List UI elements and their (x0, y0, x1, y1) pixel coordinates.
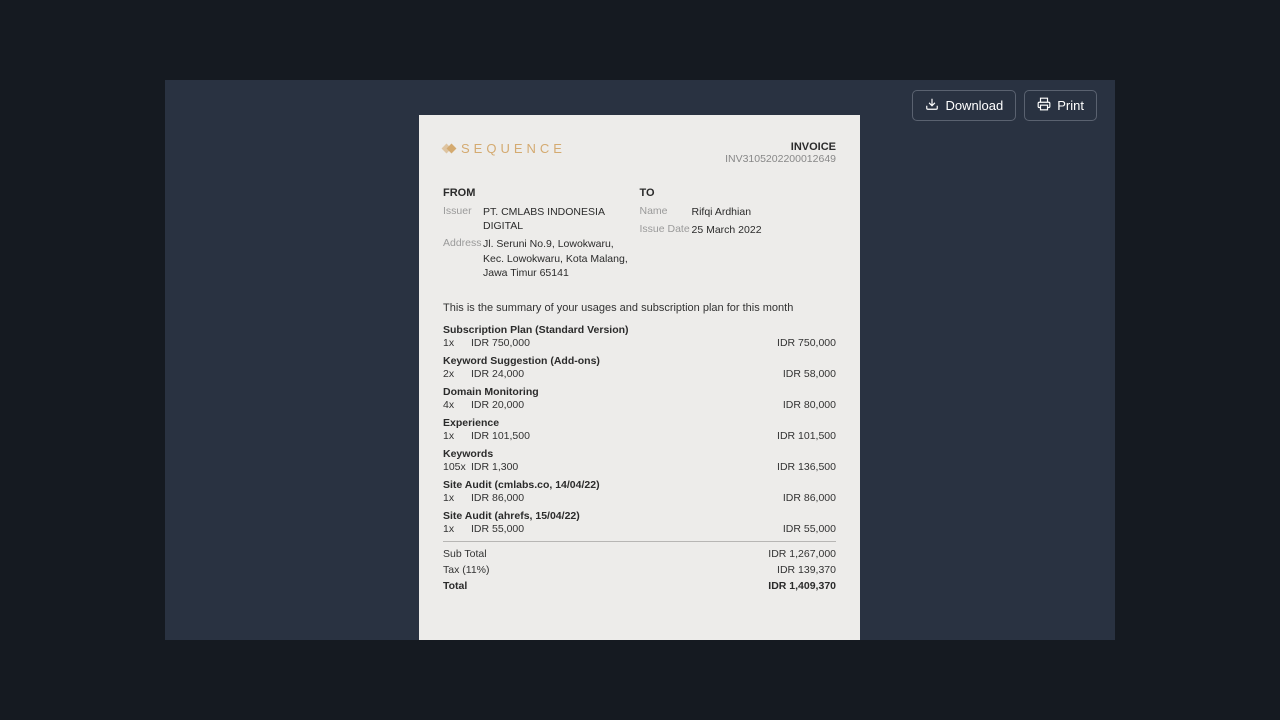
line-item: Subscription Plan (Standard Version) 1x … (443, 324, 836, 349)
download-icon (925, 97, 939, 114)
item-qty: 4x (443, 399, 471, 411)
item-total: IDR 80,000 (783, 399, 836, 411)
download-button[interactable]: Download (912, 90, 1016, 121)
from-heading: FROM (443, 187, 640, 199)
item-name: Domain Monitoring (443, 386, 836, 398)
item-name: Experience (443, 417, 836, 429)
item-name: Subscription Plan (Standard Version) (443, 324, 836, 336)
issue-date-label: Issue Date (640, 223, 692, 237)
tax-label: Tax (11%) (443, 564, 490, 576)
item-qty: 1x (443, 430, 471, 442)
item-unit: IDR 101,500 (471, 430, 530, 442)
invoice-viewer: Download Print SEQUENCE INVOICE INV31052… (165, 80, 1115, 640)
item-total: IDR 750,000 (777, 337, 836, 349)
item-unit: IDR 24,000 (471, 368, 524, 380)
to-block: TO Name Rifqi Ardhian Issue Date 25 Marc… (640, 187, 837, 284)
issue-date-value: 25 March 2022 (692, 223, 762, 237)
issuer-value: PT. CMLABS INDONESIA DIGITAL (483, 205, 640, 233)
item-total: IDR 55,000 (783, 523, 836, 535)
brand-logo-mark-icon (443, 142, 457, 156)
invoice-number: INV3105202200012649 (725, 153, 836, 165)
line-items: Subscription Plan (Standard Version) 1x … (443, 324, 836, 535)
total-label: Total (443, 580, 467, 592)
download-label: Download (945, 98, 1003, 113)
summary-intro: This is the summary of your usages and s… (443, 302, 836, 314)
issuer-label: Issuer (443, 205, 483, 233)
item-unit: IDR 20,000 (471, 399, 524, 411)
address-label: Address (443, 237, 483, 280)
item-qty: 105x (443, 461, 471, 473)
line-item: Site Audit (cmlabs.co, 14/04/22) 1x IDR … (443, 479, 836, 504)
item-total: IDR 86,000 (783, 492, 836, 504)
name-value: Rifqi Ardhian (692, 205, 752, 219)
invoice-title: INVOICE (725, 141, 836, 153)
item-unit: IDR 86,000 (471, 492, 524, 504)
address-value: Jl. Seruni No.9, Lowokwaru, Kec. Lowokwa… (483, 237, 628, 280)
subtotal-row: Sub Total IDR 1,267,000 (443, 548, 836, 560)
line-item: Domain Monitoring 4x IDR 20,000 IDR 80,0… (443, 386, 836, 411)
item-qty: 1x (443, 492, 471, 504)
brand-logo: SEQUENCE (443, 141, 566, 156)
item-unit: IDR 55,000 (471, 523, 524, 535)
to-heading: TO (640, 187, 837, 199)
tax-row: Tax (11%) IDR 139,370 (443, 564, 836, 576)
print-icon (1037, 97, 1051, 114)
brand-logo-text: SEQUENCE (461, 141, 566, 156)
from-block: FROM Issuer PT. CMLABS INDONESIA DIGITAL… (443, 187, 640, 284)
invoice-page: SEQUENCE INVOICE INV3105202200012649 FRO… (419, 115, 860, 640)
page-header: SEQUENCE INVOICE INV3105202200012649 (443, 141, 836, 165)
item-name: Site Audit (ahrefs, 15/04/22) (443, 510, 836, 522)
name-label: Name (640, 205, 692, 219)
divider (443, 541, 836, 542)
subtotal-value: IDR 1,267,000 (768, 548, 836, 560)
item-qty: 1x (443, 523, 471, 535)
line-item: Keyword Suggestion (Add-ons) 2x IDR 24,0… (443, 355, 836, 380)
item-qty: 1x (443, 337, 471, 349)
item-total: IDR 58,000 (783, 368, 836, 380)
item-total: IDR 136,500 (777, 461, 836, 473)
item-total: IDR 101,500 (777, 430, 836, 442)
item-name: Keyword Suggestion (Add-ons) (443, 355, 836, 367)
item-unit: IDR 1,300 (471, 461, 518, 473)
tax-value: IDR 139,370 (777, 564, 836, 576)
total-row: Total IDR 1,409,370 (443, 580, 836, 592)
print-label: Print (1057, 98, 1084, 113)
invoice-id-block: INVOICE INV3105202200012649 (725, 141, 836, 165)
viewer-toolbar: Download Print (912, 90, 1097, 121)
parties: FROM Issuer PT. CMLABS INDONESIA DIGITAL… (443, 187, 836, 284)
item-unit: IDR 750,000 (471, 337, 530, 349)
subtotal-label: Sub Total (443, 548, 487, 560)
item-name: Keywords (443, 448, 836, 460)
line-item: Experience 1x IDR 101,500 IDR 101,500 (443, 417, 836, 442)
total-value: IDR 1,409,370 (768, 580, 836, 592)
line-item: Site Audit (ahrefs, 15/04/22) 1x IDR 55,… (443, 510, 836, 535)
item-name: Site Audit (cmlabs.co, 14/04/22) (443, 479, 836, 491)
print-button[interactable]: Print (1024, 90, 1097, 121)
line-item: Keywords 105x IDR 1,300 IDR 136,500 (443, 448, 836, 473)
item-qty: 2x (443, 368, 471, 380)
